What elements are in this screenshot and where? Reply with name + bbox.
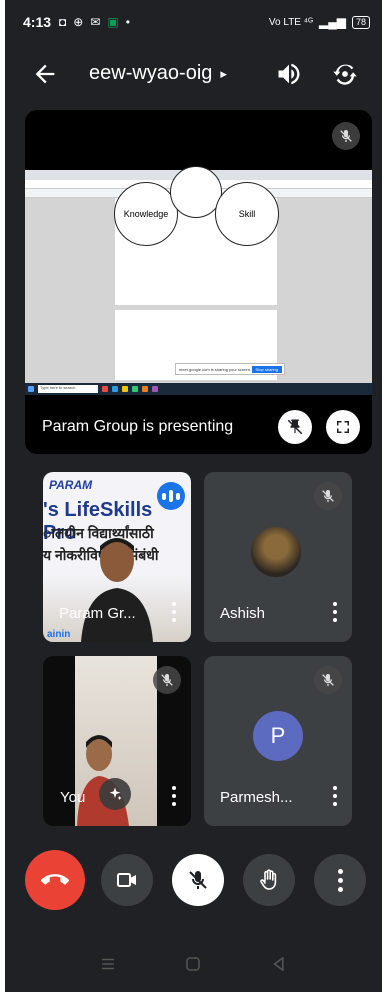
presentation-mic-off-icon <box>332 122 360 150</box>
notification-sheets-icon: ▣ <box>107 15 119 29</box>
notification-icons: ◘ ⊕ ✉ ▣ • <box>59 15 130 29</box>
start-icon <box>28 386 34 392</box>
poster-brand: PARAM <box>49 478 93 492</box>
participant-tile-param[interactable]: PARAM 's LifeSkills Pro ालयीन विद्यार्थ्… <box>43 472 191 642</box>
call-controls <box>5 850 382 918</box>
participant-name: Ashish <box>220 605 266 622</box>
notification-app-icon: ◘ <box>59 15 67 29</box>
pin-off-icon <box>287 419 303 435</box>
speaker-icon[interactable] <box>275 60 303 88</box>
mic-off-icon <box>153 666 181 694</box>
more-options-icon[interactable] <box>332 602 338 624</box>
presentation-tile[interactable]: Knowledge Skill meet.google.com is shari… <box>25 110 372 454</box>
participant-person <box>81 538 153 642</box>
raise-hand-button[interactable] <box>243 854 295 906</box>
back-arrow-icon[interactable] <box>31 60 59 88</box>
meeting-title[interactable]: eew-wyao-oig ▸ <box>89 62 227 85</box>
share-bar-text: meet.google.com is sharing your screen. <box>179 366 252 372</box>
back-icon[interactable] <box>270 955 288 973</box>
chevron-right-icon: ▸ <box>220 65 227 81</box>
poster-line-4: ainin <box>47 629 71 640</box>
taskbar-app-icon <box>102 386 108 392</box>
taskbar-app-icon <box>152 386 158 392</box>
end-call-button[interactable] <box>25 850 85 910</box>
avatar: P <box>253 711 303 761</box>
switch-camera-icon[interactable] <box>331 60 359 88</box>
camera-toggle-button[interactable] <box>101 854 153 906</box>
mic-off-icon <box>189 871 207 889</box>
mic-off-icon <box>314 482 342 510</box>
more-options-icon[interactable] <box>171 602 177 624</box>
system-nav-bar <box>5 936 382 992</box>
windows-taskbar: Type here to search <box>25 383 372 395</box>
stop-sharing-button: Stop sharing <box>251 365 282 373</box>
fullscreen-button[interactable] <box>326 410 360 444</box>
participant-tile-ashish[interactable]: Ashish <box>204 472 352 642</box>
screen-share-bar: meet.google.com is sharing your screen. … <box>175 363 285 375</box>
avatar <box>251 527 301 577</box>
participant-name: Param Gr... <box>59 605 136 622</box>
network-label: Vo LTE ⁴ᴳ <box>268 16 314 28</box>
pin-off-button[interactable] <box>278 410 312 444</box>
signal-icon: ▂▄▆ <box>319 15 346 29</box>
slide-circle-skill: Skill <box>215 182 279 246</box>
status-right: Vo LTE ⁴ᴳ ▂▄▆ 78 <box>269 15 370 29</box>
meet-screen: 4:13 ◘ ⊕ ✉ ▣ • Vo LTE ⁴ᴳ ▂▄▆ 78 eew-wyao… <box>5 0 382 992</box>
status-time: 4:13 <box>23 14 52 30</box>
participant-name: Parmesh... <box>220 789 293 806</box>
taskbar-search: Type here to search <box>38 385 98 393</box>
participant-tile-parmesh[interactable]: P Parmesh... <box>204 656 352 826</box>
video-camera-icon <box>117 873 136 887</box>
phone-hangup-icon <box>41 874 69 885</box>
taskbar-app-icon <box>132 386 138 392</box>
more-options-icon[interactable] <box>332 786 338 808</box>
effects-button[interactable] <box>99 778 131 810</box>
notification-mail-icon: ✉ <box>90 15 101 29</box>
sparkle-icon <box>109 787 122 800</box>
slide-circle-knowledge: Knowledge <box>114 182 178 246</box>
notification-dot-icon: • <box>125 15 130 29</box>
more-options-button[interactable] <box>314 854 366 906</box>
mic-toggle-button[interactable] <box>172 854 224 906</box>
participant-name: You <box>60 789 86 806</box>
call-header: eew-wyao-oig ▸ <box>5 52 382 96</box>
status-bar: 4:13 ◘ ⊕ ✉ ▣ • Vo LTE ⁴ᴳ ▂▄▆ 78 <box>5 0 382 44</box>
taskbar-app-icon <box>122 386 128 392</box>
taskbar-app-icon <box>142 386 148 392</box>
speaking-indicator-icon <box>157 482 185 510</box>
raise-hand-icon <box>260 869 277 890</box>
more-vertical-icon <box>337 868 343 892</box>
more-options-icon[interactable] <box>171 786 177 808</box>
presenting-label: Param Group is presenting <box>42 418 234 435</box>
taskbar-app-icon <box>112 386 118 392</box>
notification-game-icon: ⊕ <box>73 15 84 29</box>
meeting-code: eew-wyao-oig <box>89 62 213 84</box>
home-icon[interactable] <box>184 955 202 973</box>
battery-icon: 78 <box>351 15 370 29</box>
recents-icon[interactable] <box>99 955 117 973</box>
participant-tile-you[interactable]: You <box>43 656 191 826</box>
shared-screen: Knowledge Skill meet.google.com is shari… <box>25 166 372 395</box>
mic-off-icon <box>314 666 342 694</box>
fullscreen-icon <box>337 421 349 433</box>
slide-page-1: Knowledge Skill <box>114 166 279 305</box>
self-person <box>77 735 129 826</box>
